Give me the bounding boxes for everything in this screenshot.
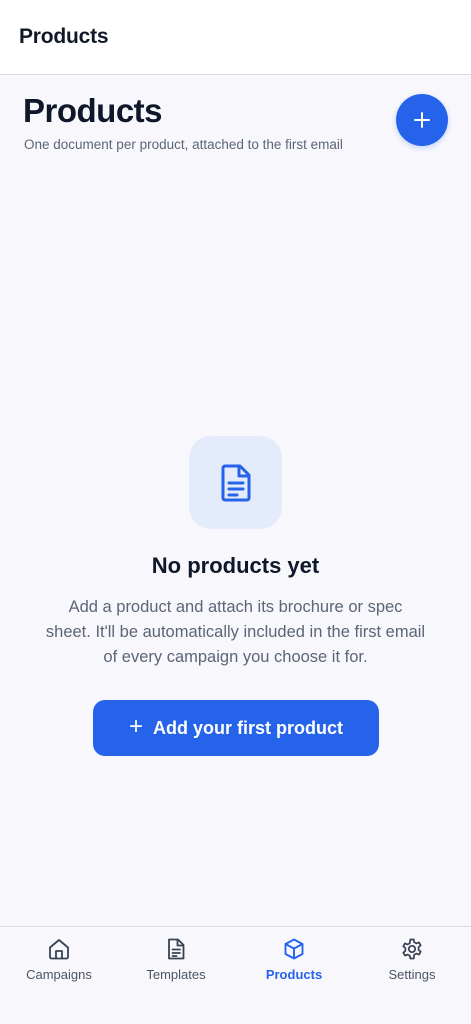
top-app-bar: Products	[0, 0, 471, 75]
box-icon	[284, 938, 304, 960]
plus-icon: +	[128, 713, 143, 740]
document-icon	[168, 938, 185, 960]
empty-state-title: No products yet	[151, 553, 320, 578]
nav-label-campaigns: Campaigns	[26, 967, 92, 982]
nav-item-settings[interactable]: Settings	[362, 935, 462, 999]
home-icon	[49, 939, 69, 960]
nav-item-products[interactable]: Products	[244, 935, 344, 999]
empty-state-icon-tile	[189, 436, 282, 529]
nav-label-settings: Settings	[388, 967, 436, 982]
page-title: Products	[23, 92, 163, 129]
add-first-product-label: Add your first product	[153, 717, 343, 738]
add-product-button[interactable]	[396, 94, 448, 146]
plus-icon	[414, 112, 430, 128]
nav-label-templates: Templates	[146, 967, 206, 982]
add-first-product-button[interactable]: + Add your first product	[93, 700, 379, 756]
empty-state-description: Add a product and attach its brochure or…	[45, 598, 426, 666]
bottom-navigation: Campaigns Templates Products Settings	[0, 926, 471, 1024]
gear-icon	[402, 938, 422, 960]
nav-item-campaigns[interactable]: Campaigns	[9, 935, 109, 999]
document-icon	[221, 464, 250, 501]
nav-label-products: Products	[265, 967, 323, 982]
nav-item-templates[interactable]: Templates	[126, 935, 226, 999]
app-bar-title: Products	[19, 25, 109, 48]
page-subtitle: One document per product, attached to th…	[24, 137, 343, 152]
